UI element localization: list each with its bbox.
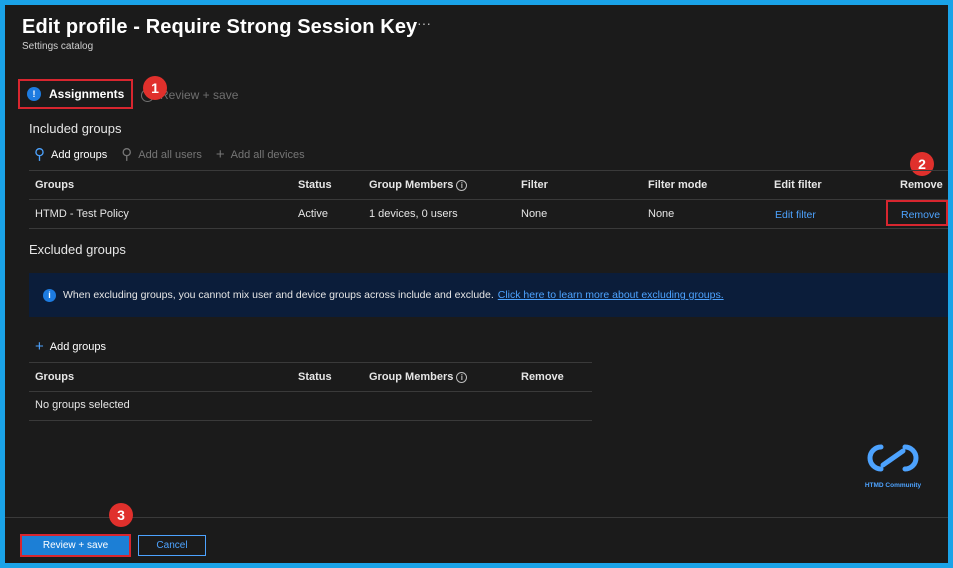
link-logo-icon xyxy=(867,444,919,472)
step-current-icon: ! xyxy=(27,87,41,101)
plus-icon: + xyxy=(215,146,225,163)
col-group-members: Group Members i xyxy=(369,179,468,191)
info-banner: i When excluding groups, you cannot mix … xyxy=(29,273,948,317)
person-add-icon: ⚲ xyxy=(34,146,45,163)
excl-col-status: Status xyxy=(298,371,332,383)
callout-badge-2: 2 xyxy=(910,152,934,176)
excl-col-group-members-label: Group Members xyxy=(369,371,454,383)
callout-badge-3: 3 xyxy=(109,503,133,527)
excl-col-groups: Groups xyxy=(35,371,75,383)
info-icon[interactable]: i xyxy=(456,179,468,191)
more-options-button[interactable]: ··· xyxy=(417,15,431,31)
excluded-groups-heading: Excluded groups xyxy=(29,242,126,257)
add-groups-label: Add groups xyxy=(51,148,108,161)
tab-review-label: Review + save xyxy=(160,88,239,102)
divider xyxy=(29,362,592,363)
divider xyxy=(29,420,592,421)
col-group-members-label: Group Members xyxy=(369,179,454,191)
info-icon[interactable]: i xyxy=(456,371,468,383)
people-icon: ⚲ xyxy=(121,146,133,163)
page-title: Edit profile - Require Strong Session Ke… xyxy=(22,16,418,38)
watermark-logo: HTMD Community xyxy=(861,441,925,489)
main-panel: Edit profile - Require Strong Session Ke… xyxy=(5,5,948,563)
review-save-button[interactable]: Review + save xyxy=(20,534,131,557)
watermark-text: HTMD Community xyxy=(864,482,922,489)
tab-assignments-label: Assignments xyxy=(49,87,125,101)
row-status: Active xyxy=(298,208,328,220)
included-toolbar: ⚲ Add groups ⚲ Add all users + Add all d… xyxy=(34,147,305,162)
excluded-toolbar: + Add groups xyxy=(35,339,106,354)
row-group-name: HTMD - Test Policy xyxy=(35,208,129,220)
info-icon: i xyxy=(43,288,56,302)
excluded-add-groups-label: Add groups xyxy=(49,340,107,353)
learn-more-link[interactable]: Click here to learn more about excluding… xyxy=(498,289,724,301)
row-members: 1 devices, 0 users xyxy=(369,208,458,220)
tab-assignments[interactable]: ! Assignments xyxy=(27,87,124,101)
empty-state: No groups selected xyxy=(35,399,130,411)
add-groups-button[interactable]: ⚲ Add groups xyxy=(34,147,107,162)
add-all-devices-button[interactable]: + Add all devices xyxy=(216,147,305,162)
excluded-add-groups-button[interactable]: + Add groups xyxy=(35,339,106,354)
plus-icon: + xyxy=(35,338,44,355)
add-all-devices-label: Add all devices xyxy=(230,148,305,161)
excl-col-remove: Remove xyxy=(521,371,564,383)
page-subtitle: Settings catalog xyxy=(22,41,94,52)
edit-filter-link[interactable]: Edit filter xyxy=(775,209,816,221)
remove-link[interactable]: Remove xyxy=(901,209,940,221)
col-groups: Groups xyxy=(35,179,75,191)
col-edit-filter: Edit filter xyxy=(774,179,822,191)
col-filter: Filter xyxy=(521,179,548,191)
included-groups-heading: Included groups xyxy=(29,121,122,136)
excl-col-group-members: Group Members i xyxy=(369,371,468,383)
col-filter-mode: Filter mode xyxy=(648,179,708,191)
footer-divider xyxy=(5,517,948,518)
divider xyxy=(29,391,592,392)
add-all-users-button[interactable]: ⚲ Add all users xyxy=(121,147,202,162)
callout-badge-1: 1 xyxy=(143,76,167,100)
row-filter: None xyxy=(521,208,548,220)
divider xyxy=(29,228,948,229)
add-all-users-label: Add all users xyxy=(138,148,202,161)
banner-text: When excluding groups, you cannot mix us… xyxy=(63,289,494,301)
row-filter-mode: None xyxy=(648,208,675,220)
col-remove: Remove xyxy=(900,179,943,191)
divider xyxy=(29,199,948,200)
col-status: Status xyxy=(298,179,332,191)
divider xyxy=(29,170,948,171)
cancel-button[interactable]: Cancel xyxy=(138,535,206,556)
